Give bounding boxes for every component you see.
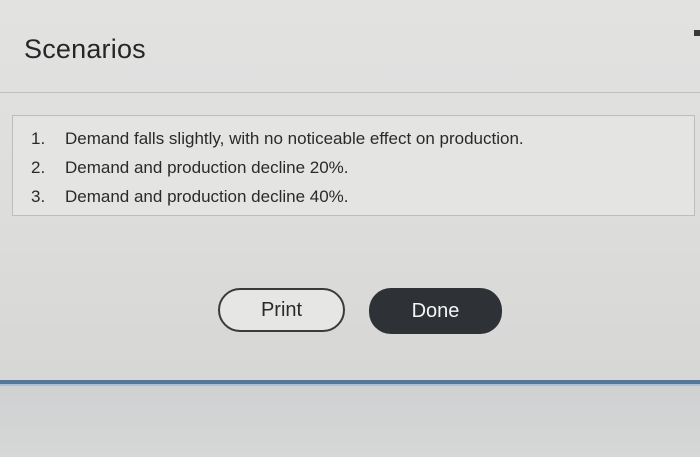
print-button[interactable]: Print	[218, 288, 345, 332]
background-below-dialog	[0, 386, 700, 457]
done-button[interactable]: Done	[369, 288, 502, 334]
scenario-text: Demand and production decline 40%.	[65, 187, 349, 206]
scenario-item-3: 3. Demand and production decline 40%.	[31, 186, 524, 215]
screen: Scenarios 1. Demand falls slightly, with …	[0, 0, 700, 457]
scenario-text: Demand falls slightly, with no noticeabl…	[65, 129, 524, 148]
scenario-list-box: 1. Demand falls slightly, with no noticea…	[12, 115, 695, 216]
dialog-buttons: Print Done	[0, 288, 700, 336]
scenario-list: 1. Demand falls slightly, with no noticea…	[31, 128, 524, 215]
dialog-header: Scenarios	[0, 0, 700, 93]
scenario-number: 3.	[31, 187, 46, 206]
scenario-text: Demand and production decline 20%.	[65, 158, 349, 177]
dialog-title: Scenarios	[24, 34, 146, 64]
window-edge-mark	[694, 30, 700, 36]
scenario-number: 2.	[31, 158, 46, 177]
scenario-item-1: 1. Demand falls slightly, with no noticea…	[31, 128, 524, 157]
scenario-item-2: 2. Demand and production decline 20%.	[31, 157, 524, 186]
scenario-number: 1.	[31, 129, 46, 148]
scenarios-dialog: Scenarios 1. Demand falls slightly, with …	[0, 0, 700, 380]
